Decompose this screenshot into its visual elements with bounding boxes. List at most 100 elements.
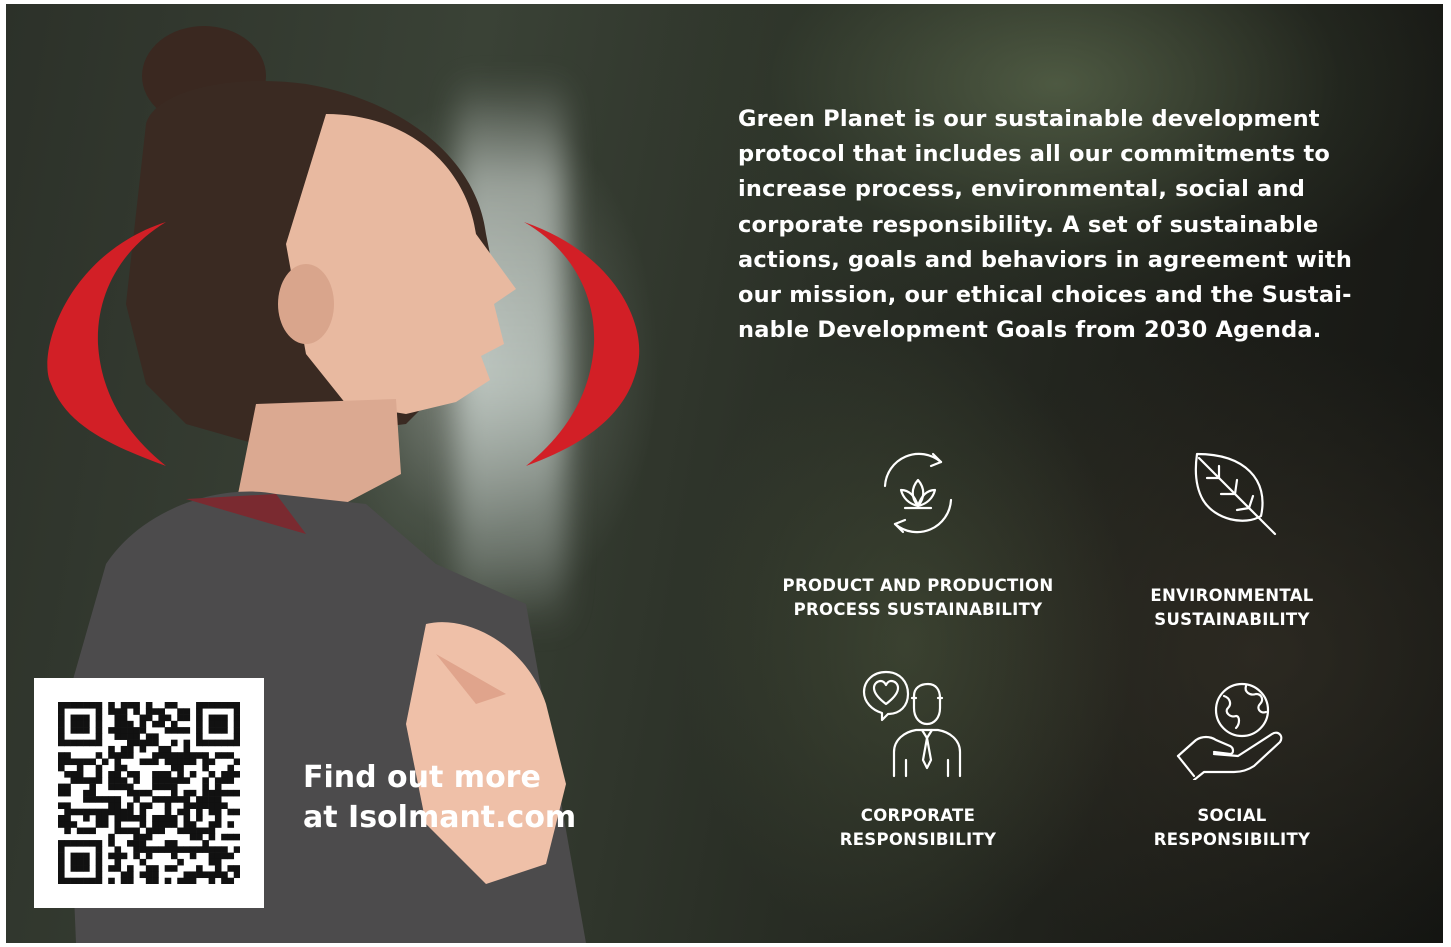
pillar-label-line: SUSTAINABILITY <box>1154 610 1310 629</box>
qr-module <box>196 733 203 740</box>
website-call-to-action[interactable]: Find out more at Isolmant.com <box>303 758 623 838</box>
qr-module <box>89 789 96 797</box>
qr-module <box>89 808 96 816</box>
qr-module <box>108 771 115 778</box>
qr-module <box>233 714 241 722</box>
qr-module <box>95 821 103 828</box>
qr-module <box>120 877 128 885</box>
qr-module <box>83 758 90 766</box>
qr-module <box>189 827 197 835</box>
qr-module <box>189 789 197 797</box>
qr-module <box>158 771 165 778</box>
qr-module <box>233 708 241 715</box>
qr-module <box>95 814 103 822</box>
qr-module <box>139 714 147 722</box>
qr-module <box>196 796 203 803</box>
qr-module <box>127 720 134 728</box>
qr-module <box>164 802 172 809</box>
pillar-label-line: CORPORATE <box>860 806 976 825</box>
qr-module <box>183 821 191 828</box>
qr-module <box>120 714 128 722</box>
qr-module <box>95 727 103 734</box>
qr-module <box>214 752 222 759</box>
qr-module <box>227 789 235 797</box>
qr-module <box>133 846 140 853</box>
pillar-product-sustainability: PRODUCT AND PRODUCTION PROCESS SUSTAINAB… <box>758 446 1078 622</box>
qr-module <box>164 727 172 734</box>
qr-module <box>208 852 216 860</box>
qr-module <box>233 720 241 728</box>
qr-module <box>164 846 172 853</box>
qr-module <box>158 745 165 753</box>
qr-module <box>114 846 122 853</box>
qr-module <box>227 821 235 828</box>
qr-code[interactable] <box>34 678 264 908</box>
qr-module <box>101 758 109 766</box>
qr-module <box>202 758 209 766</box>
qr-module <box>208 858 216 866</box>
qr-module <box>76 758 84 766</box>
qr-module <box>208 720 216 728</box>
qr-module <box>189 802 197 809</box>
qr-module <box>83 808 90 816</box>
qr-module <box>208 758 216 766</box>
qr-module <box>76 739 84 747</box>
description-line: our mission, our ethical choices and the… <box>738 282 1352 309</box>
qr-module <box>196 802 203 809</box>
qr-module <box>170 789 178 797</box>
qr-module <box>64 702 71 709</box>
qr-module <box>133 777 140 784</box>
qr-module <box>114 814 122 822</box>
qr-module <box>158 752 165 759</box>
qr-module <box>158 821 165 828</box>
qr-module <box>208 739 216 747</box>
qr-module <box>183 808 191 816</box>
qr-module <box>233 833 241 841</box>
cta-line: at Isolmant.com <box>303 800 577 835</box>
qr-module <box>189 752 197 759</box>
qr-module <box>76 714 84 722</box>
qr-module <box>58 758 65 766</box>
qr-module <box>145 702 153 709</box>
qr-module <box>89 777 96 784</box>
qr-module <box>76 877 84 885</box>
qr-module <box>196 720 203 728</box>
qr-module <box>70 808 78 816</box>
description-line: Green Planet is our sustainable developm… <box>738 106 1320 132</box>
qr-module <box>183 752 191 759</box>
qr-module <box>95 764 103 772</box>
qr-module <box>101 814 109 822</box>
qr-module <box>95 771 103 778</box>
qr-module <box>114 858 122 866</box>
qr-module <box>158 796 165 803</box>
qr-module <box>114 852 122 860</box>
qr-module <box>139 758 147 766</box>
qr-module <box>133 702 140 709</box>
qr-module <box>170 758 178 766</box>
qr-module <box>158 846 165 853</box>
qr-module <box>177 796 184 803</box>
qr-module <box>177 708 184 715</box>
qr-module <box>70 852 78 860</box>
qr-module <box>76 808 84 816</box>
qr-module <box>202 777 209 784</box>
qr-module <box>196 814 203 822</box>
qr-module <box>58 877 65 885</box>
qr-module <box>221 752 228 759</box>
qr-module <box>108 752 115 759</box>
qr-module <box>58 789 65 797</box>
qr-module <box>83 789 90 797</box>
qr-module <box>58 739 65 747</box>
qr-module <box>120 871 128 879</box>
qr-module <box>133 827 140 835</box>
qr-module <box>83 858 90 866</box>
qr-module <box>227 752 235 759</box>
hand-globe-icon <box>1176 682 1283 780</box>
qr-module <box>214 821 222 828</box>
qr-module <box>89 739 96 747</box>
qr-module <box>221 777 228 784</box>
qr-module <box>189 771 197 778</box>
qr-module <box>145 865 153 872</box>
qr-module <box>214 789 222 797</box>
qr-module <box>64 821 71 828</box>
